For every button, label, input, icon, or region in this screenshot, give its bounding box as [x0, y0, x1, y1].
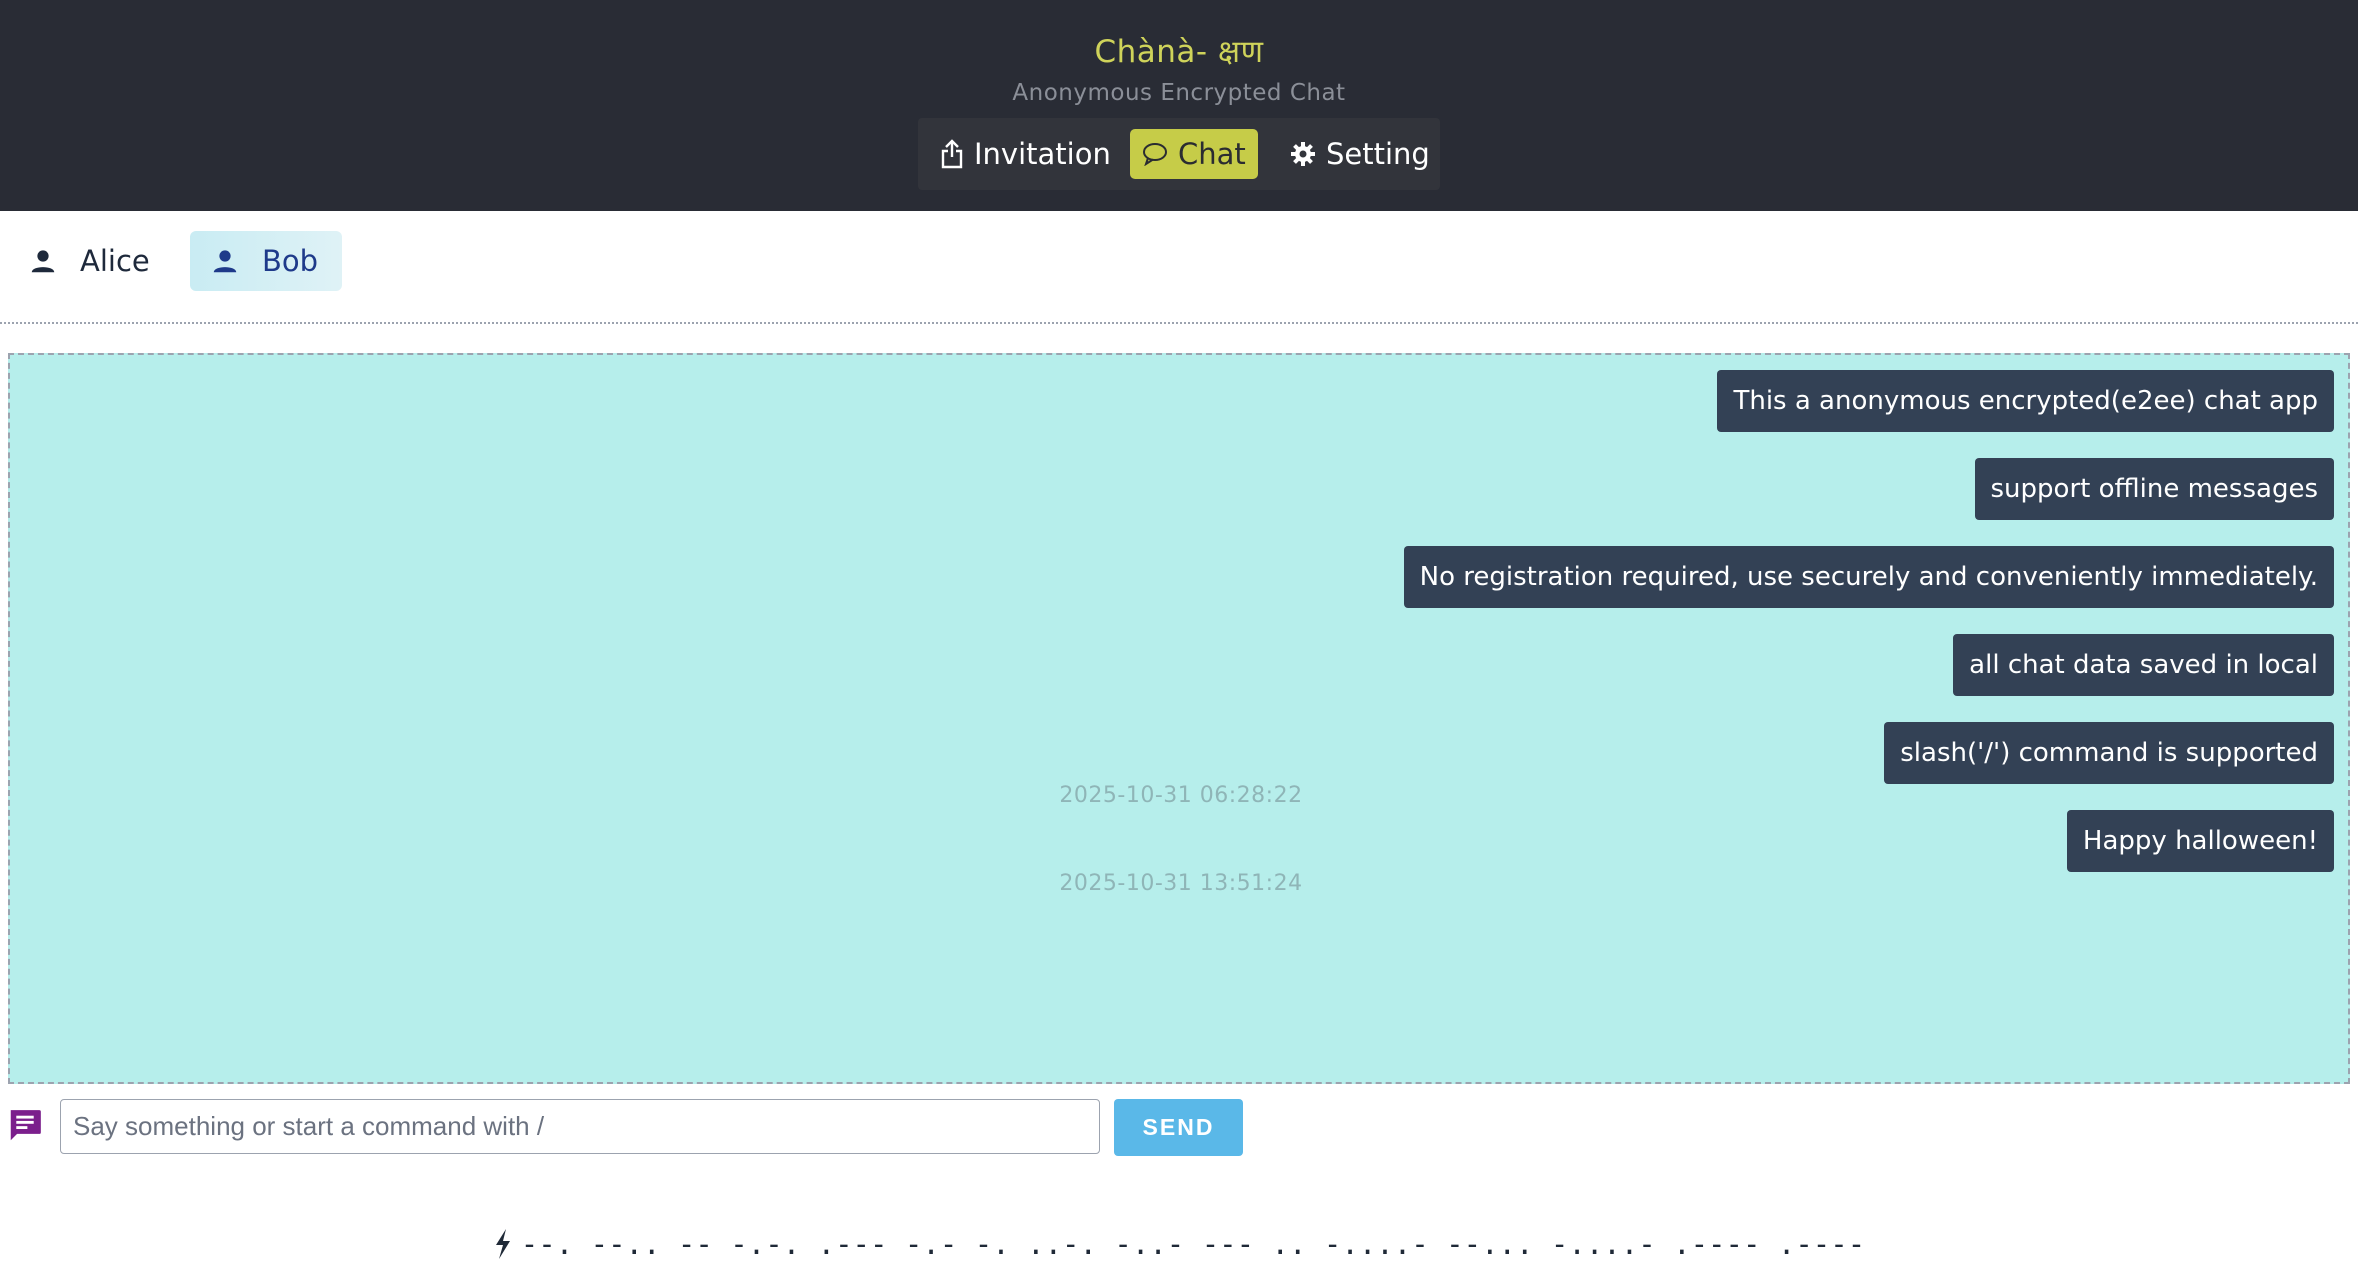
message-input[interactable] — [60, 1099, 1100, 1154]
chat-bubble-icon — [1142, 142, 1168, 166]
lightning-icon — [493, 1228, 513, 1260]
gear-icon — [1290, 141, 1316, 167]
message-bubble: Happy halloween! — [2066, 810, 2334, 872]
share-icon — [940, 139, 964, 169]
app-title: Chànà- क्षण — [1094, 34, 1264, 70]
tab-chat-label: Chat — [1178, 137, 1246, 171]
divider — [0, 322, 2358, 324]
app-header: Chànà- क्षण Anonymous Encrypted Chat Inv… — [0, 0, 2358, 211]
send-button[interactable]: SEND — [1114, 1099, 1243, 1156]
person-icon — [28, 246, 58, 276]
contact-name: Bob — [262, 244, 319, 278]
message-bubble: No registration required, use securely a… — [1403, 546, 2334, 608]
message-timestamp: 2025-10-31 13:51:24 — [1059, 871, 1303, 896]
message-bubble: all chat data saved in local — [1953, 634, 2334, 696]
contact-bob[interactable]: Bob — [190, 231, 342, 291]
message-bubble: This a anonymous encrypted(e2ee) chat ap… — [1717, 370, 2334, 432]
contact-list: Alice Bob — [0, 211, 2358, 323]
tab-chat[interactable]: Chat — [1130, 129, 1258, 179]
tab-setting[interactable]: Setting — [1278, 129, 1442, 179]
app-subtitle: Anonymous Encrypted Chat — [1012, 80, 1346, 106]
message-timestamp: 2025-10-31 06:28:22 — [1059, 783, 1303, 808]
message-bubble: support offline messages — [1974, 458, 2334, 520]
tab-setting-label: Setting — [1326, 137, 1430, 171]
message-icon — [6, 1107, 44, 1145]
contact-name: Alice — [80, 244, 150, 278]
main-nav: Invitation Chat Setting — [918, 118, 1440, 190]
contact-alice[interactable]: Alice — [8, 231, 170, 291]
person-icon — [210, 246, 240, 276]
chat-messages[interactable]: This a anonymous encrypted(e2ee) chat ap… — [8, 353, 2350, 1084]
tab-invitation-label: Invitation — [974, 137, 1111, 171]
message-bubble: slash('/') command is supported — [1884, 722, 2334, 784]
tab-invitation[interactable]: Invitation — [928, 129, 1123, 179]
footer: --. --.. -- -.-. .--- -.- -. ..-. -..- -… — [0, 1222, 2358, 1266]
footer-morse-text: --. --.. -- -.-. .--- -.- -. ..-. -..- -… — [520, 1227, 1866, 1261]
